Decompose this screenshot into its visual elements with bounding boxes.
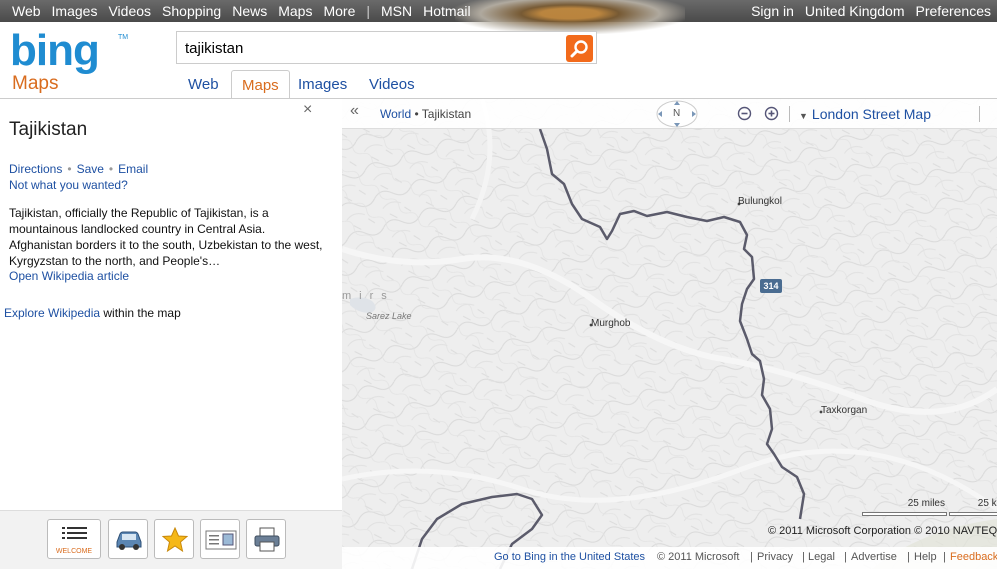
toolbar-divider — [979, 106, 980, 122]
toolbar-divider — [789, 106, 790, 122]
explore-wikipedia: Explore Wikipedia within the map — [4, 306, 181, 320]
top-nav-bar: Web Images Videos Shopping News Maps More | MSN H… — [0, 0, 997, 34]
maps-vertical-label: Maps — [12, 73, 59, 94]
directions-tool-button[interactable] — [108, 519, 148, 559]
bottom-toolbar: WELCOME — [0, 510, 342, 569]
save-link[interactable]: Save — [77, 162, 104, 176]
help-link[interactable]: Help — [914, 551, 937, 563]
star-icon — [162, 527, 188, 553]
zoom-out-icon[interactable] — [737, 106, 752, 121]
action-separator: • — [67, 162, 72, 176]
top-nav-left: Web Images Videos Shopping News Maps More | MSN H… — [12, 3, 482, 19]
result-description: Tajikistan, officially the Republic of T… — [9, 206, 323, 268]
scale-miles-bar — [862, 512, 947, 516]
sign-in-link[interactable]: Sign in — [751, 3, 794, 19]
directions-link[interactable]: Directions — [9, 162, 62, 176]
map-control-bar: « World • Tajikistan N ▼ London Street Ma… — [342, 99, 997, 129]
result-actions: Directions • Save • Email — [9, 162, 148, 176]
footer-separator: | — [802, 551, 805, 563]
topnav-msn[interactable]: MSN — [381, 3, 412, 19]
explore-wikipedia-link[interactable]: Explore Wikipedia — [4, 306, 100, 320]
scale-miles-label: 25 miles — [907, 498, 945, 509]
map-label-taxkorgan[interactable]: Taxkorgan — [821, 405, 867, 416]
search-input[interactable] — [185, 38, 555, 58]
bing-logo[interactable]: bing — [10, 26, 100, 76]
car-icon — [116, 531, 142, 550]
road-shield: 314 — [760, 279, 782, 293]
go-to-us-link[interactable]: Go to Bing in the United States — [494, 551, 645, 563]
footer-copyright: © 2011 Microsoft — [657, 551, 740, 563]
action-separator: • — [108, 162, 114, 176]
close-result-button[interactable]: × — [303, 101, 312, 119]
topnav-separator: | — [366, 3, 370, 19]
topnav-more[interactable]: More — [323, 3, 355, 19]
tab-videos[interactable]: Videos — [359, 70, 425, 99]
topnav-hotmail[interactable]: Hotmail — [423, 3, 470, 19]
map-style-dropdown[interactable]: ▼ London Street Map — [799, 106, 931, 122]
print-button[interactable] — [246, 519, 286, 559]
printer-icon — [254, 527, 280, 552]
page-footer: Go to Bing in the United States © 2011 M… — [342, 547, 997, 569]
chevron-down-icon: ▼ — [799, 111, 808, 121]
share-button[interactable] — [200, 519, 240, 559]
email-link[interactable]: Email — [118, 162, 148, 176]
topnav-maps[interactable]: Maps — [278, 3, 312, 19]
welcome-button[interactable]: WELCOME — [47, 519, 101, 559]
explore-suffix: within the map — [100, 306, 181, 320]
map-canvas[interactable]: Bulungkol Murghob Taxkorgan Sarez Lake m… — [342, 99, 997, 569]
footer-separator: | — [907, 551, 910, 563]
footer-separator: | — [844, 551, 847, 563]
preferences-link[interactable]: Preferences — [916, 3, 991, 19]
list-icon — [62, 527, 87, 539]
map-label-murghob[interactable]: Murghob — [591, 318, 630, 329]
top-nav-right: Sign in United Kingdom Preferences — [740, 3, 991, 19]
footer-separator: | — [750, 551, 753, 563]
topnav-videos[interactable]: Videos — [108, 3, 151, 19]
collapse-panel-button[interactable]: « — [350, 102, 359, 120]
topnav-news[interactable]: News — [232, 3, 267, 19]
search-button[interactable] — [566, 35, 593, 62]
compass-north-label: N — [673, 108, 681, 119]
tab-maps[interactable]: Maps — [231, 70, 290, 99]
advertise-link[interactable]: Advertise — [851, 551, 897, 563]
zoom-in-icon[interactable] — [764, 106, 779, 121]
tab-images[interactable]: Images — [288, 70, 357, 99]
feedback-link[interactable]: Feedback — [950, 551, 997, 563]
header-banner-image — [455, 0, 685, 34]
share-card-icon — [205, 530, 237, 550]
map-label-sarez-lake: Sarez Lake — [366, 311, 412, 321]
map-breadcrumb: World • Tajikistan — [380, 107, 471, 121]
breadcrumb-separator: • — [411, 107, 422, 121]
scale-bar-km: 25 km — [949, 498, 997, 523]
wikipedia-article-link[interactable]: Open Wikipedia article — [9, 269, 129, 283]
topnav-shopping[interactable]: Shopping — [162, 3, 221, 19]
legal-link[interactable]: Legal — [808, 551, 835, 563]
breadcrumb-world[interactable]: World — [380, 107, 411, 121]
map-style-label: London Street Map — [811, 106, 932, 122]
topnav-web[interactable]: Web — [12, 3, 41, 19]
favorites-button[interactable] — [154, 519, 194, 559]
footer-separator: | — [943, 551, 946, 563]
privacy-link[interactable]: Privacy — [757, 551, 793, 563]
result-title: Tajikistan — [9, 119, 88, 140]
map-copyright: © 2011 Microsoft Corporation © 2010 NAVT… — [768, 525, 997, 537]
region-link[interactable]: United Kingdom — [805, 3, 905, 19]
scale-bar-miles: 25 miles — [862, 498, 947, 523]
scale-km-label: 25 km — [977, 498, 997, 509]
breadcrumb-tajikistan: Tajikistan — [421, 107, 472, 121]
search-box — [176, 31, 597, 64]
map-label-bulungkol[interactable]: Bulungkol — [738, 196, 782, 207]
tab-web[interactable]: Web — [178, 70, 229, 99]
scale-km-bar — [949, 512, 997, 516]
map-label-pamirs: mirs — [342, 290, 395, 302]
welcome-label: WELCOME — [55, 548, 93, 555]
not-what-you-wanted-link[interactable]: Not what you wanted? — [9, 178, 128, 192]
compass-control[interactable]: N — [655, 100, 699, 128]
topnav-images[interactable]: Images — [52, 3, 98, 19]
results-panel: × Tajikistan Directions • Save • Email Not w… — [0, 99, 342, 569]
logo-trademark: TM — [118, 34, 129, 41]
search-icon — [570, 40, 588, 58]
